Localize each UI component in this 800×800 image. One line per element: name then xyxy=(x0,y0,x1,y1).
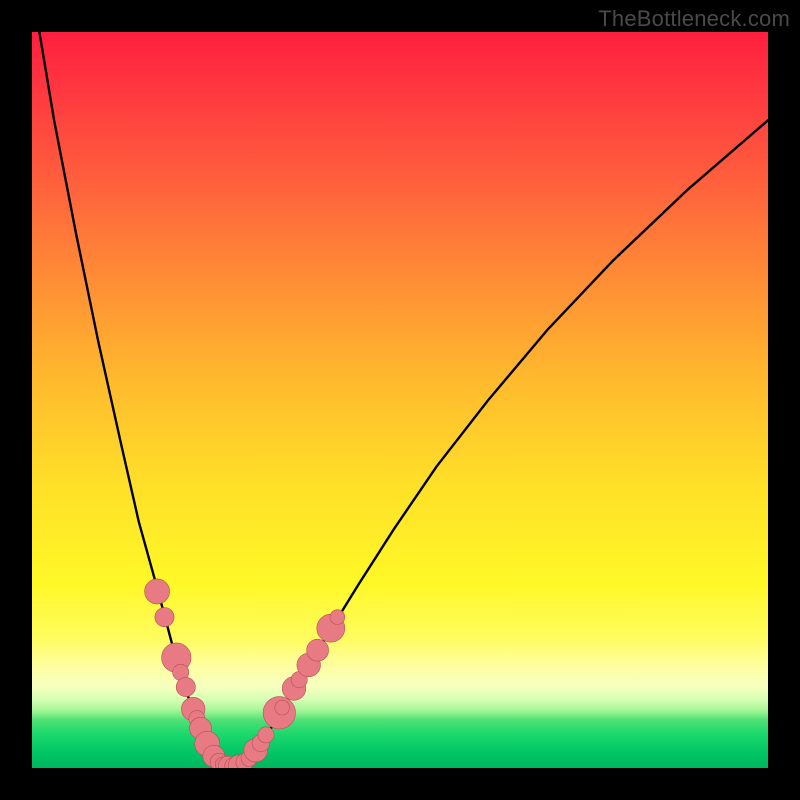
data-markers xyxy=(145,579,345,768)
plot-area xyxy=(32,32,768,768)
marker-dot xyxy=(155,608,174,627)
marker-dot xyxy=(307,639,329,661)
curve-left-branch xyxy=(36,32,221,765)
marker-dot xyxy=(275,700,290,715)
chart-frame: TheBottleneck.com xyxy=(0,0,800,800)
marker-dot xyxy=(258,727,274,743)
watermark-text: TheBottleneck.com xyxy=(598,6,790,32)
marker-dot xyxy=(145,579,170,604)
bottleneck-curve xyxy=(36,32,768,765)
curve-layer xyxy=(32,32,768,768)
marker-dot xyxy=(330,610,345,625)
marker-dot xyxy=(176,677,195,696)
